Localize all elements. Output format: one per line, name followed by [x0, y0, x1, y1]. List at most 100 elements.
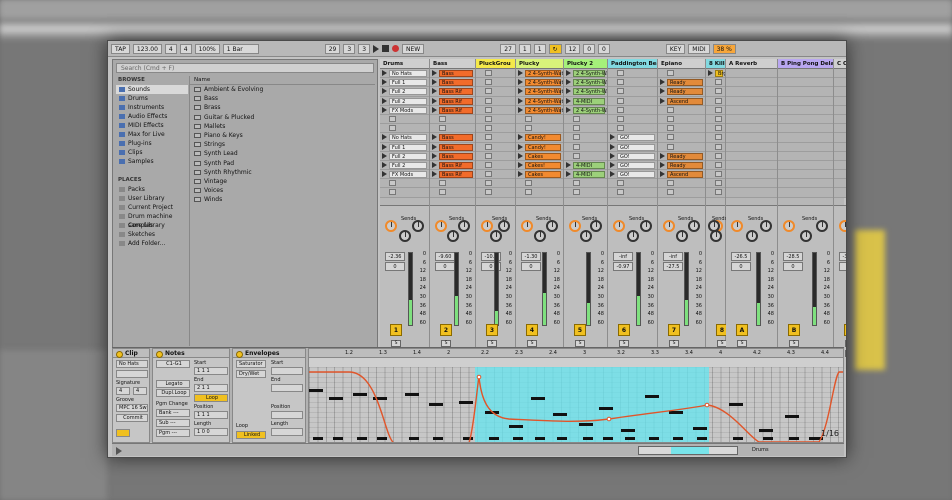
clip-slot[interactable]: 2 4-Synth-Water: [564, 105, 607, 115]
clip-play-icon[interactable]: [382, 134, 387, 141]
browser-category[interactable]: Clips: [116, 148, 188, 157]
clip-slot[interactable]: [834, 170, 846, 180]
position-field[interactable]: 1 1 1: [194, 411, 228, 419]
record-icon[interactable]: [392, 45, 400, 52]
send-b-knob[interactable]: [688, 220, 700, 232]
clip-stop-icon[interactable]: [389, 125, 396, 132]
clip-name[interactable]: Candy!: [525, 134, 561, 142]
clip-slot[interactable]: [516, 179, 563, 189]
clip-stop-icon[interactable]: [667, 125, 674, 132]
loop-length-sixteenth[interactable]: 0: [598, 43, 610, 54]
clip-name[interactable]: Full 2: [389, 161, 427, 169]
envelope-device-select[interactable]: Saturator: [236, 360, 266, 368]
clip-stop-icon[interactable]: [617, 88, 624, 95]
clip-play-icon[interactable]: [382, 171, 387, 178]
stop-icon[interactable]: [382, 45, 390, 52]
clip-name[interactable]: Bass: [439, 79, 473, 87]
clip-slot[interactable]: [658, 179, 705, 189]
duplicate-loop-button[interactable]: Dupl.Loop: [156, 389, 190, 397]
clip-slot[interactable]: Bass: [430, 78, 475, 88]
clip-slot[interactable]: [778, 114, 833, 125]
clip-play-icon[interactable]: [432, 143, 437, 150]
browser-category[interactable]: MIDI Effects: [116, 121, 188, 130]
tap-button[interactable]: TAP: [111, 43, 130, 54]
track-title[interactable]: B Ping Pong Delay: [778, 59, 833, 69]
send-b-knob[interactable]: [412, 220, 424, 232]
clip-name[interactable]: 2 4-Synth-Water: [525, 88, 563, 96]
clip-slot[interactable]: [706, 124, 725, 134]
browser-item[interactable]: Brass: [190, 103, 375, 112]
send-b-knob[interactable]: [640, 220, 652, 232]
clip-stop-icon[interactable]: [715, 97, 722, 104]
clip-name[interactable]: Candy!: [525, 143, 561, 151]
clip-slot[interactable]: [380, 114, 429, 125]
clip-slot[interactable]: [726, 151, 777, 161]
clip-play-icon[interactable]: [382, 106, 387, 113]
clip-stop-icon[interactable]: [667, 189, 674, 196]
clip-play-icon[interactable]: [432, 70, 437, 76]
browser-item[interactable]: Vintage: [190, 177, 375, 186]
browser-category[interactable]: Drums: [116, 94, 188, 103]
clip-name[interactable]: 2 4-Synth-Water: [525, 106, 563, 114]
clip-slot[interactable]: [564, 151, 607, 161]
clip-slot[interactable]: [430, 179, 475, 189]
clip-slot[interactable]: [706, 87, 725, 97]
clip-stop-icon[interactable]: [485, 152, 492, 159]
clip-play-icon[interactable]: [708, 70, 713, 76]
clip-stop-icon[interactable]: [715, 134, 722, 141]
pgm-select[interactable]: Pgm ---: [156, 429, 190, 437]
zoom-field[interactable]: 100%: [194, 43, 220, 54]
clip-slot[interactable]: [778, 69, 833, 79]
clip-slot[interactable]: FX Mods: [380, 170, 429, 180]
clip-slot[interactable]: [726, 142, 777, 152]
clip-stop-icon[interactable]: [573, 143, 580, 150]
arm-button[interactable]: [845, 350, 846, 357]
clip-slot[interactable]: [706, 114, 725, 125]
pan-field[interactable]: -0.97: [613, 262, 633, 271]
clip-slot[interactable]: [778, 160, 833, 171]
clip-name[interactable]: 2 4-Synth-Water: [525, 79, 563, 87]
send-a-knob[interactable]: [385, 220, 397, 232]
browser-item[interactable]: Strings: [190, 140, 375, 149]
clip-slot[interactable]: [476, 133, 515, 143]
send-a-knob[interactable]: [783, 220, 795, 232]
clip-slot[interactable]: [476, 105, 515, 115]
clip-slot[interactable]: 4-MIDI: [564, 170, 607, 180]
solo-button[interactable]: S: [737, 340, 747, 347]
clip-stop-icon[interactable]: [525, 125, 532, 132]
clip-slot[interactable]: [380, 179, 429, 189]
track-activator[interactable]: C: [844, 324, 846, 336]
volume-field[interactable]: -26.5: [731, 252, 751, 261]
browser-place[interactable]: Add Folder...: [116, 239, 188, 248]
browser-item[interactable]: Winds: [190, 195, 375, 204]
clip-play-icon[interactable]: [518, 97, 523, 104]
clip-slot[interactable]: [608, 87, 657, 97]
clip-stop-icon[interactable]: [617, 97, 624, 104]
track-title[interactable]: PluckGrou: [476, 59, 515, 69]
clip-slot[interactable]: Brg: [706, 69, 725, 79]
clip-slot[interactable]: [430, 188, 475, 198]
clip-overview[interactable]: [638, 446, 738, 455]
clip-slot[interactable]: [726, 124, 777, 134]
browser-item[interactable]: Guitar & Plucked: [190, 113, 375, 122]
clip-stop-icon[interactable]: [485, 125, 492, 132]
clip-name[interactable]: Cakes!: [525, 161, 561, 169]
clip-slot[interactable]: Full 1: [380, 142, 429, 152]
clip-slot[interactable]: Full 2: [380, 96, 429, 106]
clip-stop-icon[interactable]: [715, 79, 722, 86]
clip-slot[interactable]: [778, 78, 833, 88]
clip-slot[interactable]: [726, 87, 777, 97]
clip-stop-icon[interactable]: [485, 88, 492, 95]
clip-slot[interactable]: [658, 124, 705, 134]
clip-slot[interactable]: [658, 142, 705, 152]
env-position-field[interactable]: [271, 411, 303, 419]
midi-map-button[interactable]: MIDI: [688, 43, 710, 54]
volume-field[interactable]: -2.36: [385, 252, 405, 261]
clip-slot[interactable]: [476, 114, 515, 125]
clip-stop-icon[interactable]: [485, 106, 492, 113]
clip-slot[interactable]: [516, 124, 563, 134]
notes-range[interactable]: C1-G1: [156, 360, 190, 368]
clip-slot[interactable]: [476, 78, 515, 88]
clip-slot[interactable]: [834, 151, 846, 161]
clip-play-icon[interactable]: [518, 161, 523, 168]
